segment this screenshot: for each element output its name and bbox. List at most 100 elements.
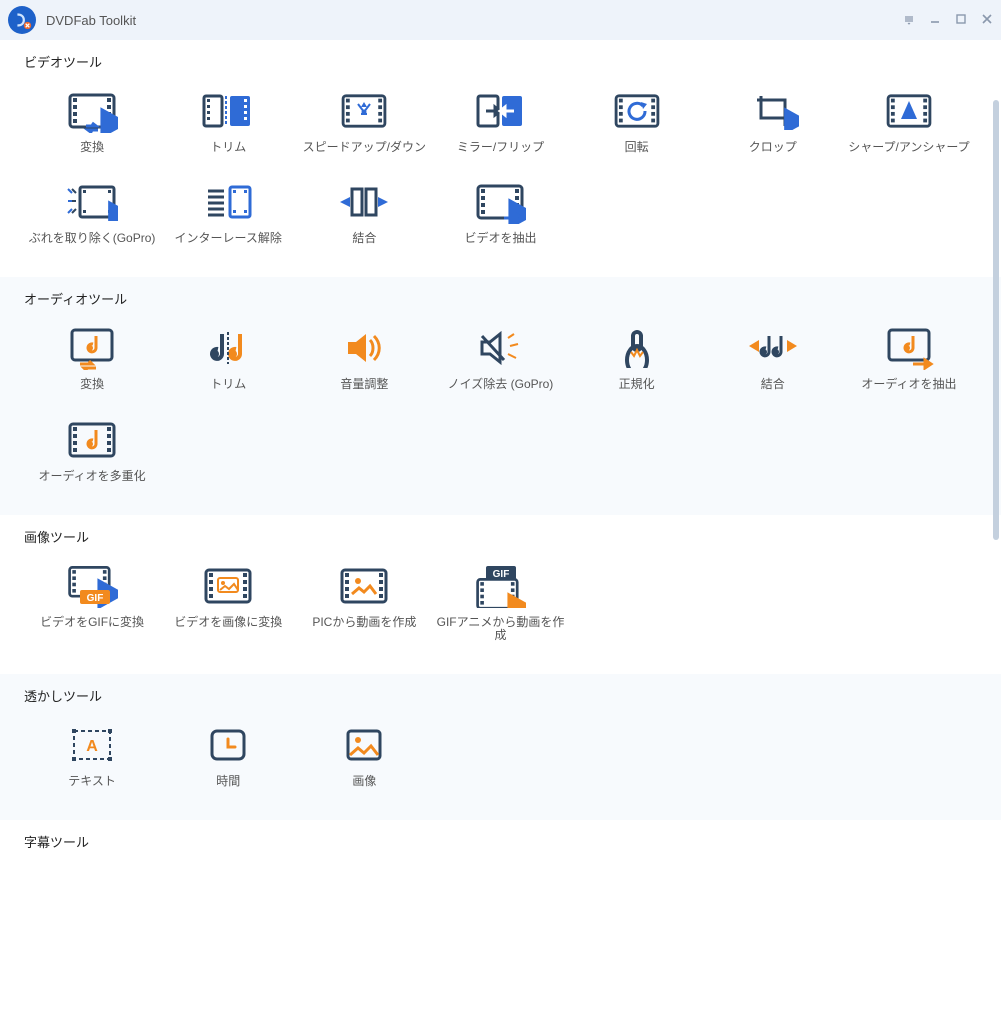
menu-button[interactable] (903, 13, 915, 27)
tool-label: クロップ (749, 141, 797, 154)
tool-video-to-gif[interactable]: GIF ビデオをGIFに変換 (24, 558, 160, 656)
window-controls (903, 13, 993, 27)
scrollbar-thumb[interactable] (993, 100, 999, 540)
tool-video-to-image[interactable]: ビデオを画像に変換 (160, 558, 296, 656)
tool-gif-to-video[interactable]: GIF GIFアニメから動画を作成 (432, 558, 568, 656)
stabilize-icon (66, 182, 118, 222)
app-logo (8, 6, 36, 34)
section-audio: オーディオツール 変換 トリム 音量調整 ノイズ除去 (GoPro) 正規化 (0, 277, 1001, 514)
close-button[interactable] (981, 13, 993, 27)
tool-video-crop[interactable]: クロップ (705, 83, 841, 168)
volume-icon (338, 328, 390, 368)
trim-icon (202, 91, 254, 131)
audio-merge-icon (747, 328, 799, 368)
tool-label: トリム (210, 378, 246, 391)
crop-icon (747, 91, 799, 131)
tool-label: トリム (210, 141, 246, 154)
speed-icon (338, 91, 390, 131)
wm-image-icon (338, 725, 390, 765)
audio-extract-icon (883, 328, 935, 368)
section-title-watermark: 透かしツール (24, 686, 977, 705)
tool-audio-normalize[interactable]: 正規化 (569, 320, 705, 405)
tool-label: オーディオを抽出 (861, 378, 956, 391)
normalize-icon (611, 328, 663, 368)
tool-label: GIFアニメから動画を作成 (432, 616, 568, 642)
tool-label: ノイズ除去 (GoPro) (448, 378, 554, 391)
tool-label: ぶれを取り除く(GoPro) (29, 232, 156, 245)
tool-label: 結合 (761, 378, 785, 391)
tool-video-speed[interactable]: スピードアップ/ダウン (296, 83, 432, 168)
tool-label: オーディオを多重化 (38, 470, 145, 483)
section-video: ビデオツール 変換 トリム スピードアップ/ダウン ミラー/フリップ 回転 (0, 40, 1001, 277)
tool-label: スピードアップ/ダウン (303, 141, 426, 154)
maximize-button[interactable] (955, 13, 967, 27)
video-extract-icon (474, 182, 526, 222)
denoise-icon (474, 328, 526, 368)
wm-text-icon: A (66, 725, 118, 765)
tool-watermark-time[interactable]: 時間 (160, 717, 296, 802)
section-title-image: 画像ツール (24, 527, 977, 546)
video-to-gif-icon: GIF (66, 566, 118, 606)
tool-label: 結合 (352, 232, 376, 245)
tool-audio-trim[interactable]: トリム (160, 320, 296, 405)
tool-audio-extract[interactable]: オーディオを抽出 (841, 320, 977, 405)
tool-video-trim[interactable]: トリム (160, 83, 296, 168)
tool-video-mirror[interactable]: ミラー/フリップ (432, 83, 568, 168)
deinterlace-icon (202, 182, 254, 222)
tool-video-deinterlace[interactable]: インターレース解除 (160, 174, 296, 259)
work-area: ビデオツール 変換 トリム スピードアップ/ダウン ミラー/フリップ 回転 (0, 40, 1001, 1026)
tool-label: シャープ/アンシャープ (848, 141, 969, 154)
minimize-button[interactable] (929, 13, 941, 27)
tool-video-rotate[interactable]: 回転 (569, 83, 705, 168)
tool-label: 正規化 (619, 378, 655, 391)
audio-mux-icon (66, 420, 118, 460)
tool-watermark-image[interactable]: 画像 (296, 717, 432, 802)
video-to-image-icon (202, 566, 254, 606)
tool-label: 変換 (80, 141, 104, 154)
section-title-video: ビデオツール (24, 52, 977, 71)
tool-video-sharpen[interactable]: シャープ/アンシャープ (841, 83, 977, 168)
rotate-icon (611, 91, 663, 131)
tool-video-merge[interactable]: 結合 (296, 174, 432, 259)
tool-audio-denoise[interactable]: ノイズ除去 (GoPro) (432, 320, 568, 405)
tool-label: インターレース解除 (175, 232, 282, 245)
app-title: DVDFab Toolkit (46, 13, 136, 28)
tool-video-stabilize[interactable]: ぶれを取り除く(GoPro) (24, 174, 160, 259)
tool-label: テキスト (68, 775, 116, 788)
tool-label: PICから動画を作成 (312, 616, 416, 629)
tool-audio-mux[interactable]: オーディオを多重化 (24, 412, 160, 497)
tool-label: 回転 (625, 141, 649, 154)
svg-text:GIF: GIF (87, 593, 104, 604)
tool-label: ビデオをGIFに変換 (40, 616, 144, 629)
tool-pic-to-video[interactable]: PICから動画を作成 (296, 558, 432, 656)
section-subtitle: 字幕ツール (0, 820, 1001, 881)
pic-to-video-icon (338, 566, 390, 606)
gif-to-video-icon: GIF (474, 566, 526, 606)
tool-audio-convert[interactable]: 変換 (24, 320, 160, 405)
mirror-icon (474, 91, 526, 131)
tool-label: ミラー/フリップ (457, 141, 544, 154)
tool-label: 音量調整 (340, 378, 388, 391)
tool-video-convert[interactable]: 変換 (24, 83, 160, 168)
merge-icon (338, 182, 390, 222)
section-watermark: 透かしツール A テキスト 時間 画像 (0, 674, 1001, 820)
tool-video-extract[interactable]: ビデオを抽出 (432, 174, 568, 259)
convert-icon (66, 91, 118, 131)
sharpen-icon (883, 91, 935, 131)
wm-time-icon (202, 725, 254, 765)
tool-label: 変換 (80, 378, 104, 391)
tool-label: 時間 (216, 775, 240, 788)
section-title-subtitle: 字幕ツール (24, 832, 977, 851)
tool-label: 画像 (352, 775, 376, 788)
svg-text:A: A (86, 738, 98, 755)
tool-watermark-text[interactable]: A テキスト (24, 717, 160, 802)
tool-label: ビデオを抽出 (464, 232, 536, 245)
tool-audio-merge[interactable]: 結合 (705, 320, 841, 405)
section-image: 画像ツール GIF ビデオをGIFに変換 ビデオを画像に変換 PICから動画を作… (0, 515, 1001, 674)
audio-convert-icon (66, 328, 118, 368)
section-title-audio: オーディオツール (24, 289, 977, 308)
title-bar: DVDFab Toolkit (0, 0, 1001, 40)
tool-label: ビデオを画像に変換 (174, 616, 282, 629)
tool-audio-volume[interactable]: 音量調整 (296, 320, 432, 405)
audio-trim-icon (202, 328, 254, 368)
